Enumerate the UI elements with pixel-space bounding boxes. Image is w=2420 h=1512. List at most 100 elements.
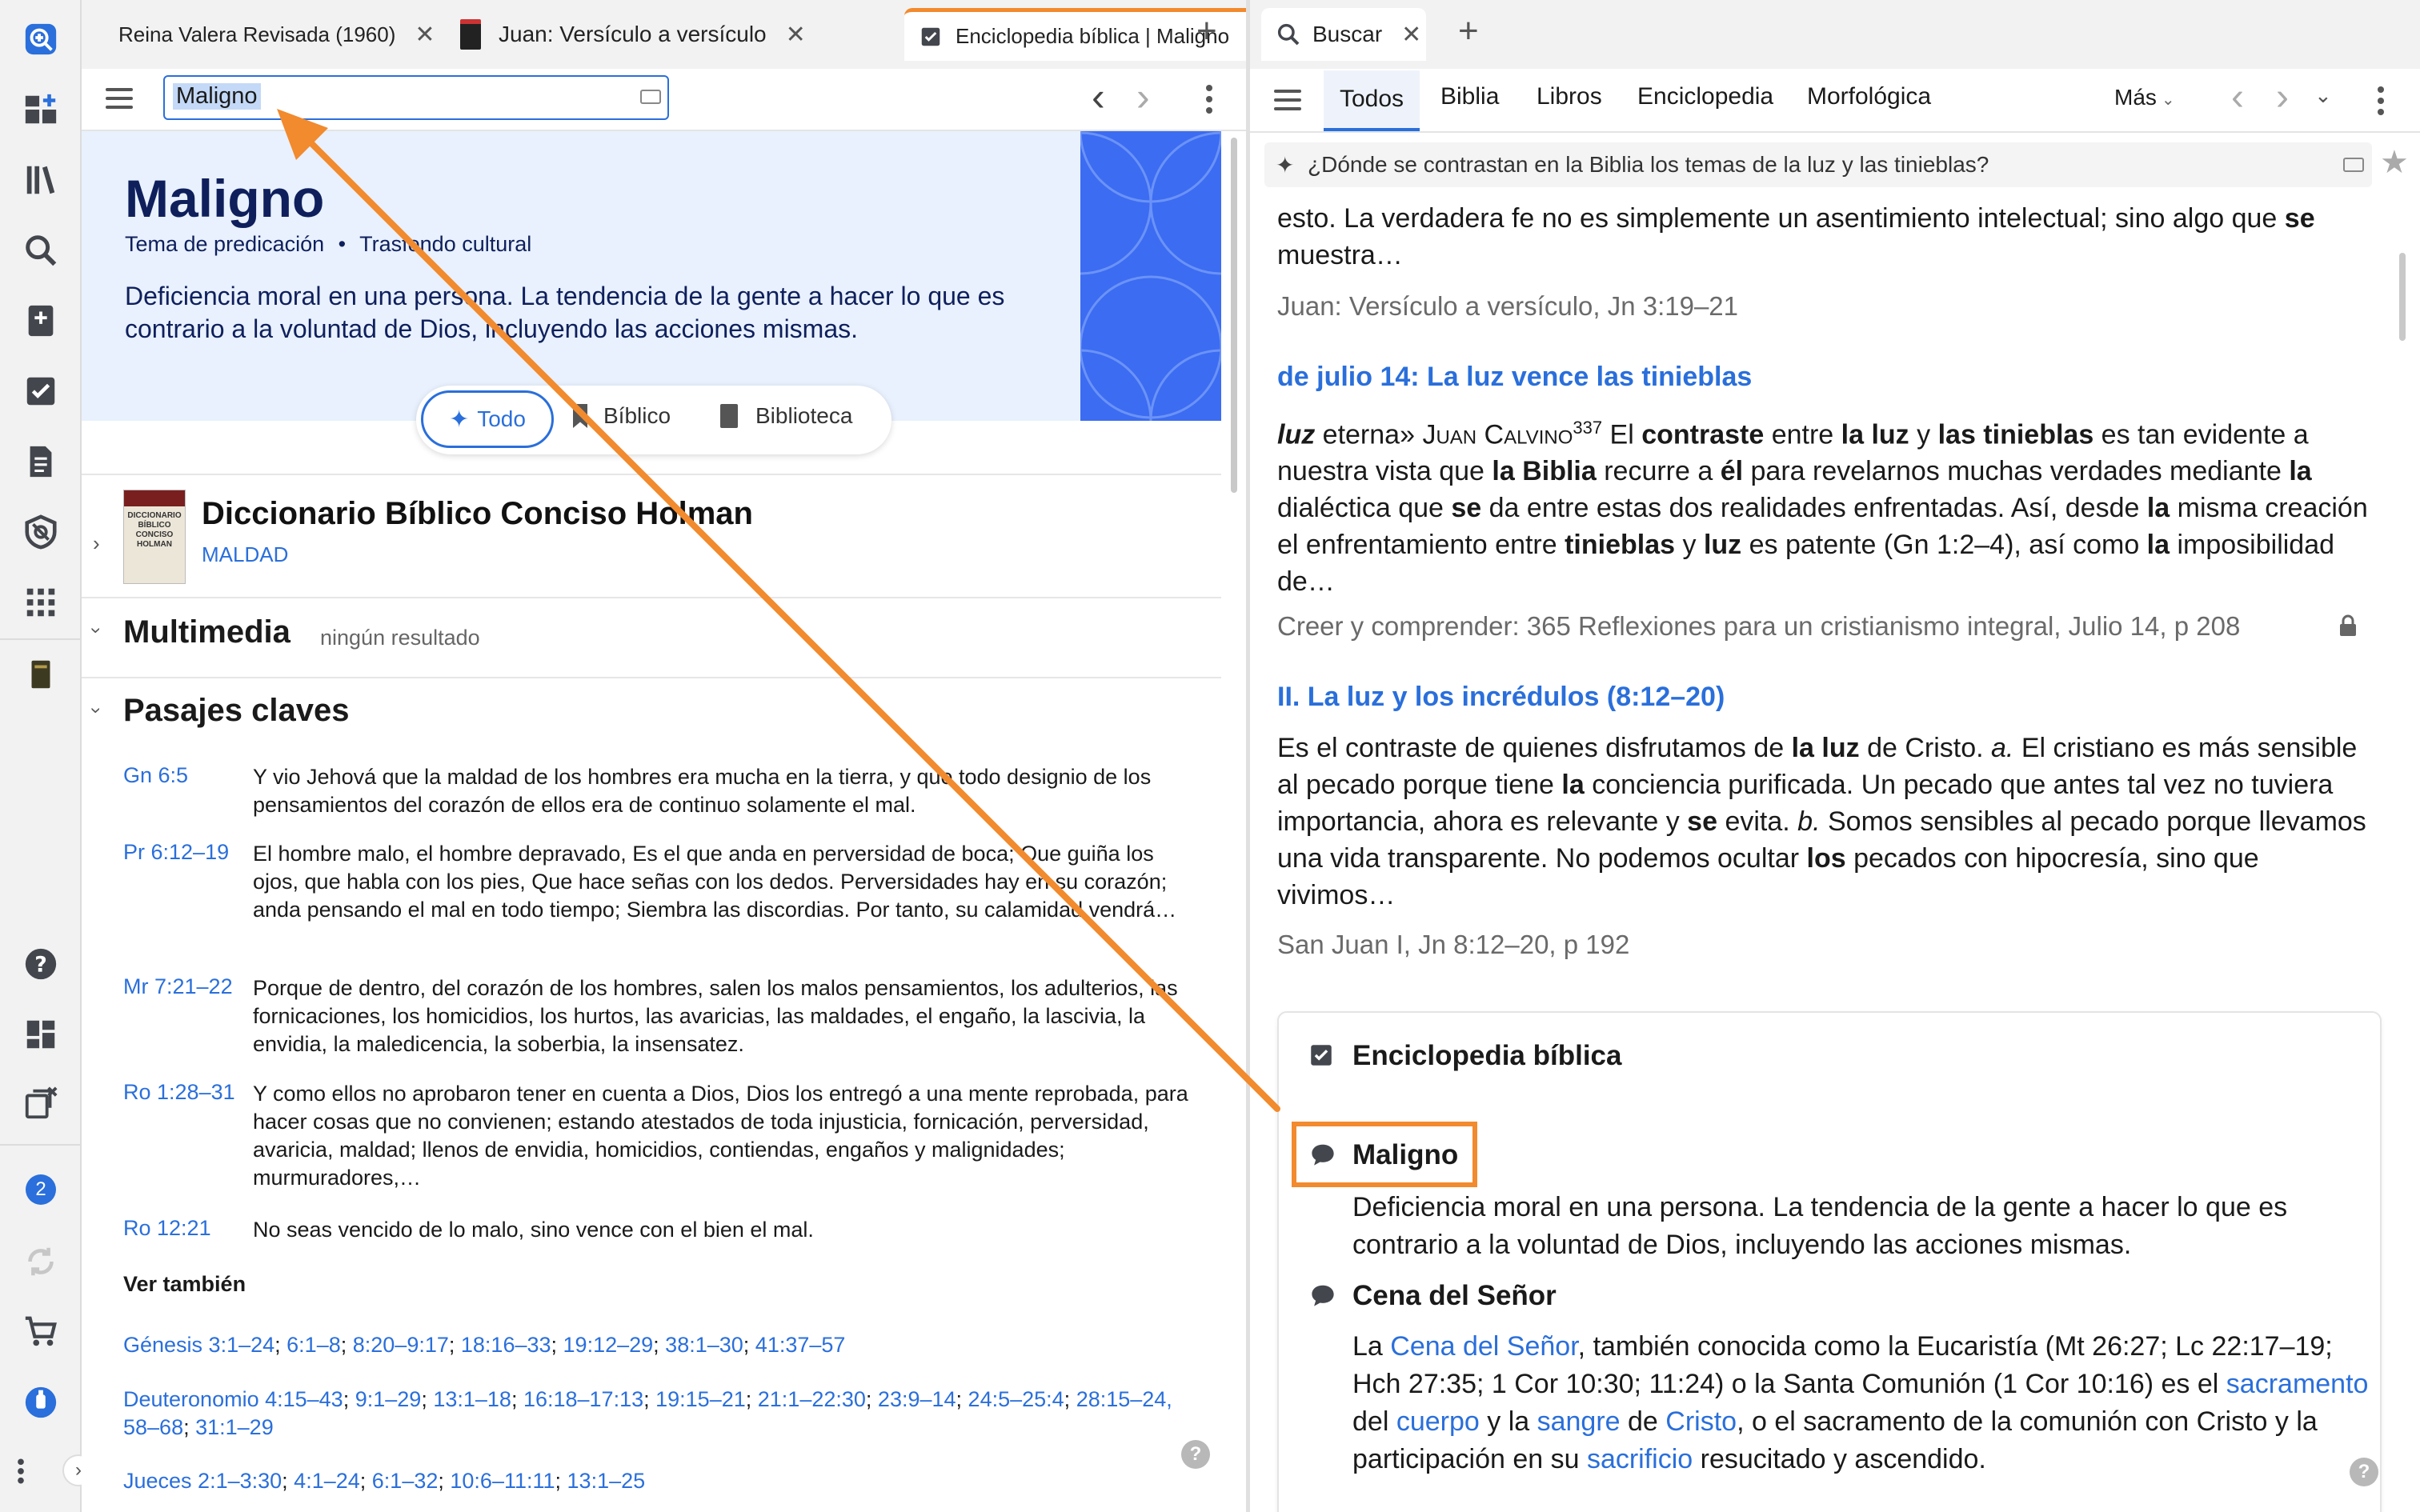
scrollbar[interactable] (1231, 138, 1237, 493)
entry-link[interactable]: Cena del Señor (1390, 1331, 1577, 1362)
filter-all-button[interactable]: ✦ Todo (421, 390, 554, 448)
account-icon[interactable] (18, 1379, 64, 1426)
layouts-icon[interactable] (18, 1011, 64, 1058)
bible-book-icon[interactable] (18, 651, 64, 698)
entry-link[interactable]: cuerpo (1396, 1406, 1480, 1437)
see-also-ref[interactable]: 21:1–22:30 (758, 1387, 866, 1411)
footnote-marker[interactable]: 337 (1573, 418, 1602, 438)
dictionary-entry-link[interactable]: MALDAD (202, 542, 288, 567)
menu-icon[interactable] (106, 88, 133, 109)
more-dropdown[interactable]: Más ⌄ (2114, 85, 2175, 110)
see-also-ref[interactable]: 10:6–11:11 (450, 1469, 555, 1493)
see-also-ref[interactable]: Deuteronomio 4:15–43 (123, 1387, 343, 1411)
see-also-ref[interactable]: 16:18–17:13 (523, 1387, 643, 1411)
history-dropdown-icon[interactable]: ⌄ (2314, 83, 2332, 108)
notes-icon[interactable] (18, 298, 64, 344)
menu-icon[interactable] (1274, 90, 1301, 110)
checklist-icon[interactable] (18, 368, 64, 414)
passage-ref[interactable]: Mr 7:21–22 (123, 974, 233, 999)
keyboard-icon[interactable] (2343, 158, 2364, 172)
see-also-ref[interactable]: 23:9–14 (878, 1387, 956, 1411)
tag-cultural[interactable]: Trasfondo cultural (359, 232, 531, 256)
filter-library-button[interactable]: Biblioteca (720, 403, 852, 429)
card-title[interactable]: Enciclopedia bíblica (1352, 1040, 1621, 1072)
tab-reina-valera[interactable]: Reina Valera Revisada (1960) ✕ (91, 8, 439, 61)
see-also-ref[interactable]: 4:1–24 (294, 1469, 360, 1493)
back-icon[interactable]: ‹ (1092, 74, 1105, 120)
help-icon[interactable]: ? (18, 941, 64, 987)
tag-preaching[interactable]: Tema de predicación (125, 232, 324, 256)
document-icon[interactable] (18, 438, 64, 485)
notification-icon[interactable]: 2 (18, 1166, 64, 1213)
see-also-ref[interactable]: 41:37–57 (755, 1333, 846, 1357)
close-icon[interactable]: ✕ (786, 21, 806, 49)
new-tab-icon[interactable]: + (1196, 11, 1217, 51)
multimedia-heading[interactable]: Multimedia (123, 614, 290, 650)
result-source[interactable]: Juan: Versículo a versículo, Jn 3:19–21 (1277, 291, 1738, 322)
see-also-ref[interactable]: 13:1–18 (433, 1387, 511, 1411)
forward-icon[interactable]: › (2276, 75, 2289, 119)
result-title[interactable]: de julio 14: La luz vence las tinieblas (1277, 362, 1752, 393)
see-also-ref[interactable]: 8:20–9:17 (353, 1333, 449, 1357)
see-also-ref[interactable]: 6:1–32 (372, 1469, 439, 1493)
search-tab-morfologica[interactable]: Morfológica (1807, 83, 1931, 110)
search-tab-biblia[interactable]: Biblia (1440, 83, 1499, 110)
more-icon[interactable] (2377, 85, 2385, 121)
see-also-ref[interactable]: 19:12–29 (563, 1333, 654, 1357)
entry-title-maligno[interactable]: Maligno (1352, 1139, 1458, 1171)
entry-link[interactable]: sacrificio (1587, 1444, 1693, 1474)
see-also-ref[interactable]: 13:1–25 (567, 1469, 646, 1493)
dictionary-cover[interactable]: DICCIONARIO BÍBLICO CONCISO HOLMAN (123, 490, 186, 584)
more-icon[interactable] (1205, 83, 1213, 119)
chevron-down-icon[interactable]: › (85, 707, 107, 714)
chevron-right-icon[interactable]: › (93, 531, 100, 556)
tab-buscar[interactable]: Buscar ✕ (1261, 8, 1426, 61)
see-also-ref[interactable]: 6:1–8 (286, 1333, 341, 1357)
see-also-ref[interactable]: 18:16–33 (461, 1333, 551, 1357)
back-icon[interactable]: ‹ (2231, 75, 2244, 119)
passage-ref[interactable]: Pr 6:12–19 (123, 840, 229, 865)
tab-juan[interactable]: Juan: Versículo a versículo ✕ (446, 8, 898, 61)
see-also-ref[interactable]: 38:1–30 (665, 1333, 743, 1357)
library-icon[interactable] (18, 157, 64, 203)
see-also-ref[interactable]: 19:15–21 (655, 1387, 746, 1411)
result-source[interactable]: San Juan I, Jn 8:12–20, p 192 (1277, 930, 1629, 960)
entry-link[interactable]: sacramento (2226, 1369, 2369, 1399)
passage-ref[interactable]: Ro 1:28–31 (123, 1080, 235, 1105)
keyboard-icon[interactable] (640, 90, 661, 104)
entry-link[interactable]: Cristo (1665, 1406, 1737, 1437)
new-tab-icon[interactable]: + (1458, 11, 1479, 51)
search-tab-enciclopedia[interactable]: Enciclopedia (1637, 83, 1773, 110)
see-also-ref[interactable]: Jueces 2:1–3:30 (123, 1469, 282, 1493)
result-source[interactable]: Creer y comprender: 365 Reflexiones para… (1277, 611, 2240, 642)
passage-ref[interactable]: Gn 6:5 (123, 763, 188, 788)
result-title[interactable]: II. La luz y los incrédulos (8:12–20) (1277, 682, 1725, 713)
forward-icon[interactable]: › (1136, 74, 1150, 120)
lens-icon[interactable] (18, 509, 64, 555)
passage-ref[interactable]: Ro 12:21 (123, 1216, 211, 1241)
help-icon[interactable]: ? (2350, 1458, 2378, 1486)
add-panel-icon[interactable] (18, 16, 64, 62)
entry-link[interactable]: sangre (1537, 1406, 1621, 1437)
cart-icon[interactable] (18, 1309, 64, 1355)
filter-biblical-button[interactable]: Bíblico (573, 403, 671, 429)
close-icon[interactable]: ✕ (415, 21, 435, 49)
sync-icon[interactable] (18, 1238, 64, 1285)
star-icon[interactable]: ★ (2380, 144, 2409, 181)
help-icon[interactable]: ? (1181, 1440, 1210, 1469)
see-also-ref[interactable]: Génesis 3:1–24 (123, 1333, 274, 1357)
close-icon[interactable]: ✕ (1401, 21, 1421, 49)
see-also-ref[interactable]: 9:1–29 (355, 1387, 422, 1411)
see-also-ref[interactable]: 31:1–29 (195, 1415, 274, 1439)
dictionary-title[interactable]: Diccionario Bíblico Conciso Holman (202, 496, 753, 532)
search-tab-libros[interactable]: Libros (1537, 83, 1602, 110)
query-input[interactable]: ✦ ¿Dónde se contrastan en la Biblia los … (1264, 142, 2372, 187)
chevron-down-icon[interactable]: › (85, 627, 107, 634)
scrollbar[interactable] (2399, 253, 2406, 341)
entry-title-cena[interactable]: Cena del Señor (1352, 1280, 1557, 1312)
search-tab-todos[interactable]: Todos (1324, 70, 1420, 131)
resource-search-input[interactable]: Maligno (163, 75, 669, 120)
more-icon[interactable] (5, 1448, 37, 1494)
dashboard-icon[interactable] (18, 86, 64, 133)
see-also-ref[interactable]: 24:5–25:4 (968, 1387, 1064, 1411)
